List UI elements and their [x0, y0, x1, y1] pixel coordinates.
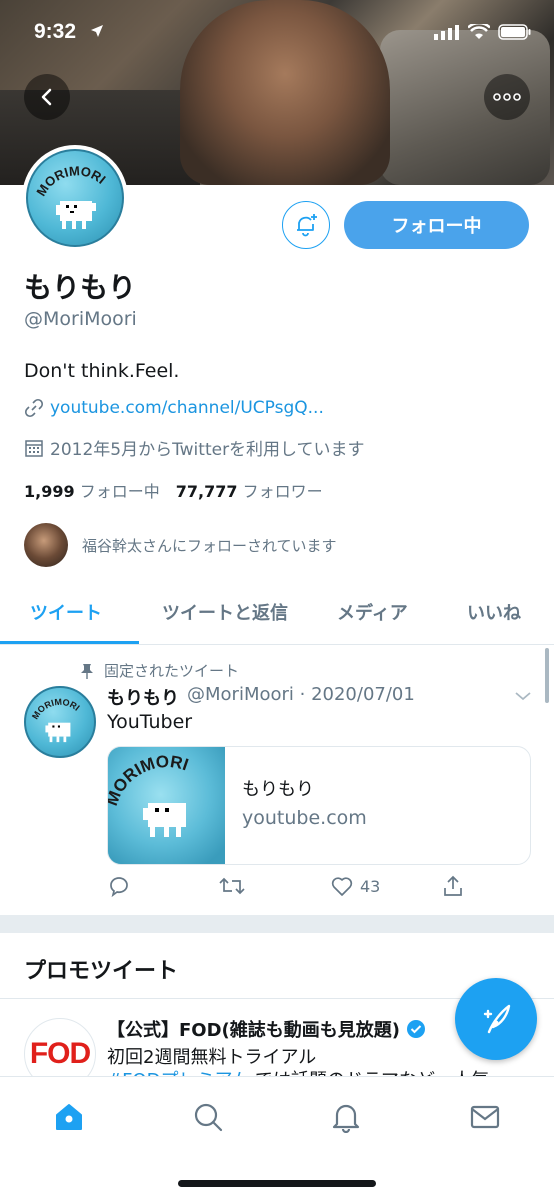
messages-icon: [470, 1105, 500, 1129]
tweet-author-name[interactable]: もりもり: [107, 684, 179, 710]
promo-account[interactable]: 【公式】FOD(雑誌も動画も見放題): [107, 1016, 426, 1042]
heart-icon: [331, 877, 353, 896]
reply-button[interactable]: [107, 874, 131, 898]
tweet-actions: 43: [107, 874, 527, 904]
followers-stat[interactable]: 77,777 フォロワー: [176, 478, 323, 502]
pin-icon: [81, 663, 93, 679]
card-thumbnail-graphic: MORIMORI: [108, 747, 225, 864]
active-tab-indicator: [0, 641, 139, 644]
more-icon: [493, 93, 521, 101]
status-indicators: [434, 24, 532, 40]
like-button[interactable]: 43: [330, 874, 380, 898]
compose-tweet-button[interactable]: [455, 978, 537, 1060]
tweet-header: もりもり @MoriMoori · 2020/07/01: [107, 684, 415, 710]
follow-counts: 1,999 フォロー中 77,777 フォロワー: [24, 478, 323, 502]
nav-notifications[interactable]: [326, 1097, 366, 1137]
signal-icon: [434, 25, 459, 40]
following-count: 1,999: [24, 482, 75, 501]
promo-account-name: 【公式】FOD(雑誌も動画も見放題): [107, 1020, 400, 1041]
tweet-avatar[interactable]: MORIMORI: [24, 686, 96, 758]
tab-tweets[interactable]: ツイート: [30, 599, 102, 625]
status-bar: 9:32: [0, 0, 554, 64]
home-indicator[interactable]: [178, 1180, 376, 1187]
tweet-text: YouTuber: [107, 711, 193, 733]
badge-graphic: MORIMORI: [33, 163, 109, 229]
joined-text: 2012年5月からTwitterを利用しています: [50, 440, 365, 460]
pinned-label-text: 固定されたツイート: [104, 662, 240, 680]
morimori-badge: MORIMORI: [26, 149, 124, 247]
notification-bell-button[interactable]: [282, 201, 330, 249]
section-divider: [0, 915, 554, 933]
more-button[interactable]: [484, 74, 530, 120]
nav-search[interactable]: [188, 1097, 228, 1137]
scrollbar[interactable]: [545, 648, 549, 703]
verified-icon: [407, 1020, 425, 1038]
chevron-down-icon[interactable]: [514, 690, 532, 702]
following-button[interactable]: フォロー中: [344, 201, 529, 249]
profile-link[interactable]: youtube.com/channel/UCPsgQ...: [24, 398, 324, 418]
back-button[interactable]: [24, 74, 70, 120]
back-icon: [41, 88, 52, 106]
like-count: 43: [360, 876, 381, 896]
home-icon: [56, 1104, 82, 1130]
tab-tweets-replies[interactable]: ツイートと返信: [162, 599, 288, 625]
calendar-icon: [25, 439, 43, 457]
tweet-avatar-graphic: MORIMORI: [30, 697, 82, 743]
pinned-label: 固定されたツイート: [80, 660, 239, 681]
status-time: 9:32: [34, 20, 77, 43]
nav-messages[interactable]: [465, 1097, 505, 1137]
card-thumbnail: MORIMORI: [108, 747, 225, 864]
tweet-meta: @MoriMoori · 2020/07/01: [187, 684, 415, 705]
retweet-button[interactable]: [218, 874, 246, 898]
promo-section-title: プロモツイート: [24, 959, 179, 984]
svg-text:MORIMORI: MORIMORI: [30, 697, 82, 721]
profile-link-text: youtube.com/channel/UCPsgQ...: [50, 398, 324, 418]
joined-date: 2012年5月からTwitterを利用しています: [24, 435, 365, 460]
notifications-icon: [332, 1104, 360, 1133]
follower-avatar: [24, 523, 68, 567]
tab-likes[interactable]: いいね: [467, 599, 521, 625]
reply-icon: [110, 877, 128, 898]
bell-plus-icon: [297, 214, 317, 237]
display-name: もりもり: [24, 271, 137, 304]
location-arrow-icon: [91, 25, 103, 37]
svg-text:MORIMORI: MORIMORI: [33, 163, 108, 198]
card-domain: youtube.com: [242, 807, 367, 829]
followers-count: 77,777: [175, 482, 238, 501]
user-handle: @MoriMoori: [24, 308, 137, 330]
following-label: フォロー中: [79, 482, 160, 501]
nav-home[interactable]: [49, 1097, 89, 1137]
compose-icon: [483, 1004, 511, 1034]
share-icon: [444, 875, 462, 896]
profile-tabs: ツイート ツイートと返信 メディア いいね: [0, 585, 554, 645]
wifi-icon: [468, 24, 490, 39]
followed-by-text: 福谷幹太さんにフォローされています: [82, 536, 337, 555]
card-title: もりもり: [242, 779, 314, 800]
profile-avatar[interactable]: MORIMORI: [22, 145, 128, 251]
link-card[interactable]: MORIMORI もりもり youtube.com: [107, 746, 531, 865]
retweet-icon: [219, 877, 245, 895]
share-button[interactable]: [441, 874, 465, 898]
bio: Don't think.Feel.: [24, 360, 180, 382]
followers-label: フォロワー: [242, 482, 323, 501]
followed-by[interactable]: 福谷幹太さんにフォローされています: [24, 523, 337, 567]
search-icon: [194, 1103, 223, 1132]
tab-media[interactable]: メディア: [337, 599, 408, 625]
link-icon: [24, 398, 44, 418]
following-stat[interactable]: 1,999 フォロー中: [24, 478, 160, 502]
battery-icon: [498, 24, 531, 40]
